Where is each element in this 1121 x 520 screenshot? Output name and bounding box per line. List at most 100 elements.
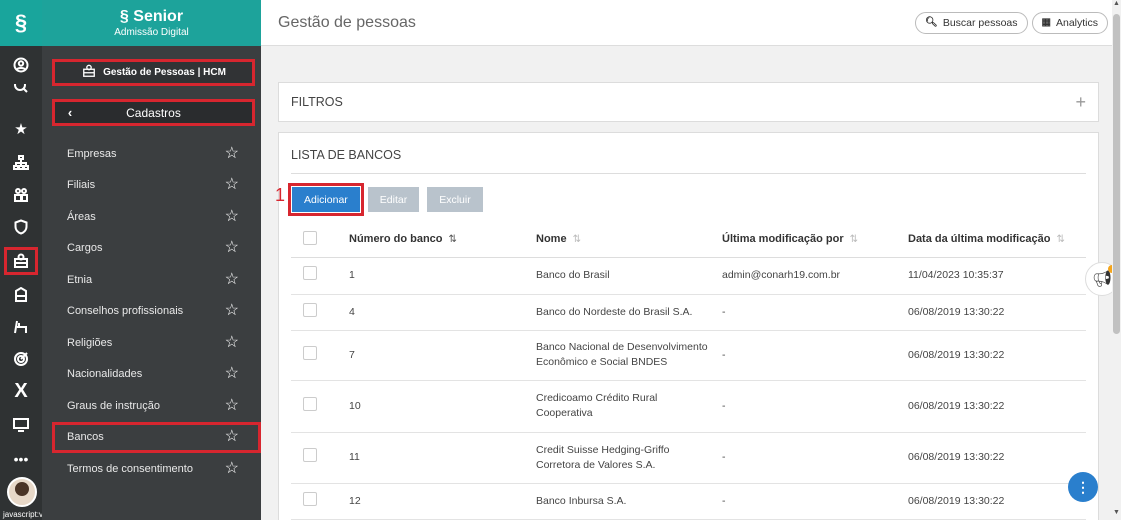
target-icon[interactable] xyxy=(0,346,42,372)
cell-mod-por: - xyxy=(710,380,896,433)
cell-mod-por: - xyxy=(710,483,896,520)
menu-item-nacionalidades[interactable]: Nacionalidades ☆ xyxy=(42,359,261,391)
row-checkbox[interactable] xyxy=(303,448,317,462)
cell-nome: Banco Nacional de Desenvolvimento Econôm… xyxy=(524,330,710,381)
menu-items: Empresas ☆ Filiais ☆ Áreas ☆ Cargos ☆ Etnia ☆… xyxy=(42,138,261,485)
star-outline-icon[interactable]: ☆ xyxy=(225,334,239,351)
sort-asc-icon[interactable]: ⇅ xyxy=(449,234,457,245)
sort-icon[interactable]: ⇅ xyxy=(573,234,581,245)
section-back-button[interactable]: ‹ Cadastros xyxy=(52,99,255,126)
chevron-left-icon: ‹ xyxy=(67,105,73,120)
add-button[interactable]: Adicionar xyxy=(288,183,364,216)
x-icon[interactable]: X xyxy=(0,378,42,404)
row-checkbox[interactable] xyxy=(303,302,317,317)
cell-mod-por: admin@conarh19.com.br xyxy=(710,257,896,295)
star-outline-icon[interactable]: ☆ xyxy=(225,271,239,288)
col-numero[interactable]: Número do banco ⇅ xyxy=(337,222,524,258)
section-label: Cadastros xyxy=(126,105,181,120)
star-outline-icon[interactable]: ☆ xyxy=(225,397,239,414)
cell-nome: Banco Inbursa S.A. xyxy=(524,483,710,520)
menu-item-conselhos[interactable]: Conselhos profissionais ☆ xyxy=(42,296,261,328)
more-vertical-fab[interactable]: ⋮ xyxy=(1068,472,1098,502)
menu-item-bancos[interactable]: Bancos ☆ xyxy=(52,421,261,453)
people-icon xyxy=(81,64,97,81)
sort-icon[interactable]: ⇅ xyxy=(1056,234,1064,245)
user-circle-icon[interactable] xyxy=(0,52,42,78)
search-people-button[interactable]: 🔍︎ Buscar pessoas xyxy=(915,11,1028,34)
menu-item-cargos[interactable]: Cargos ☆ xyxy=(42,233,261,265)
brand-name: § Senior xyxy=(119,8,184,25)
menu-item-etnia[interactable]: Etnia ☆ xyxy=(42,264,261,296)
row-checkbox[interactable] xyxy=(303,266,317,280)
table-row[interactable]: 10 Credicoamo Crédito Rural Cooperativa … xyxy=(291,380,1086,433)
select-all-checkbox[interactable] xyxy=(303,230,317,245)
cell-data: 06/08/2019 13:30:22 xyxy=(896,380,1086,433)
search-icon[interactable] xyxy=(0,84,42,98)
step-marker: 1 xyxy=(275,185,286,205)
star-icon[interactable]: ★ xyxy=(0,116,42,142)
desk-icon[interactable] xyxy=(0,314,42,340)
building-icon[interactable] xyxy=(0,282,42,308)
row-checkbox[interactable] xyxy=(303,491,317,506)
bank-list-panel: LISTA DE BANCOS 1 Adicionar Editar Exclu… xyxy=(275,132,1099,520)
star-outline-icon[interactable]: ☆ xyxy=(225,145,239,162)
search-icon: 🔍︎ xyxy=(925,17,938,28)
analytics-button[interactable]: ▦ Analytics xyxy=(1031,11,1108,34)
star-outline-icon[interactable]: ☆ xyxy=(225,303,239,319)
star-outline-icon[interactable]: ☆ xyxy=(225,460,239,477)
monitor-icon[interactable] xyxy=(0,412,42,438)
table-row[interactable]: 7 Banco Nacional de Desenvolvimento Econ… xyxy=(291,330,1086,381)
avatar[interactable] xyxy=(7,477,37,507)
menu-item-termos[interactable]: Termos de consentimento ☆ xyxy=(42,453,261,485)
scrollbar[interactable]: ▲ ▼ xyxy=(1112,0,1121,520)
star-outline-icon[interactable]: ☆ xyxy=(225,366,239,382)
cell-nome: Credit Suisse Hedging-Griffo Corretora d… xyxy=(524,432,710,484)
people-icon[interactable] xyxy=(0,182,42,208)
menu-item-graus[interactable]: Graus de instrução ☆ xyxy=(42,390,261,422)
edit-button[interactable]: Editar xyxy=(367,187,420,212)
menu-item-religioes[interactable]: Religiões ☆ xyxy=(42,327,261,359)
filters-label: FILTROS xyxy=(291,95,343,109)
col-nome[interactable]: Nome ⇅ xyxy=(524,222,710,258)
scroll-thumb[interactable] xyxy=(1113,14,1120,334)
grid-icon: ▦ xyxy=(1041,17,1051,28)
table-row[interactable]: 11 Credit Suisse Hedging-Griffo Corretor… xyxy=(291,432,1086,484)
scroll-up-icon[interactable]: ▲ xyxy=(1113,0,1120,7)
hcm-icon[interactable] xyxy=(4,247,38,275)
table-row[interactable]: 1 Banco do Brasil admin@conarh19.com.br … xyxy=(291,257,1086,295)
star-outline-icon[interactable]: ☆ xyxy=(225,240,239,256)
filters-panel[interactable]: FILTROS + xyxy=(278,82,1099,122)
row-checkbox[interactable] xyxy=(303,345,317,360)
star-outline-icon[interactable]: ☆ xyxy=(225,429,239,445)
menu-item-filiais[interactable]: Filiais ☆ xyxy=(42,170,261,202)
star-outline-icon[interactable]: ☆ xyxy=(225,177,239,193)
table-row[interactable]: 12 Banco Inbursa S.A. - 06/08/2019 13:30… xyxy=(291,483,1086,520)
menu-item-areas[interactable]: Áreas ☆ xyxy=(42,201,261,233)
scroll-down-icon[interactable]: ▼ xyxy=(1113,509,1120,516)
shield-icon[interactable] xyxy=(0,214,42,240)
star-outline-icon[interactable]: ☆ xyxy=(225,208,239,225)
cell-data: 11/04/2023 10:35:37 xyxy=(896,257,1086,295)
cell-numero: 7 xyxy=(337,330,524,381)
col-data[interactable]: Data da última modificação ⇅ xyxy=(896,222,1086,258)
expand-plus-icon[interactable]: + xyxy=(1075,92,1086,113)
senior-logo-icon[interactable]: § xyxy=(0,0,42,46)
cell-mod-por: - xyxy=(710,294,896,331)
module-selector[interactable]: Gestão de Pessoas | HCM xyxy=(52,59,255,86)
banks-table: Número do banco ⇅ Nome ⇅ Última modificaçã… xyxy=(291,222,1086,520)
select-all-cell xyxy=(291,222,337,258)
menu-item-empresas[interactable]: Empresas ☆ xyxy=(42,138,261,170)
col-mod-por[interactable]: Última modificação por ⇅ xyxy=(710,222,896,258)
cell-mod-por: - xyxy=(710,330,896,381)
table-row[interactable]: 4 Banco do Nordeste do Brasil S.A. - 06/… xyxy=(291,294,1086,331)
table-header: Número do banco ⇅ Nome ⇅ Última modificaçã… xyxy=(291,222,1086,258)
org-chart-icon[interactable] xyxy=(0,150,42,176)
side-menu: § Senior Admissão Digital Gestão de Pess… xyxy=(42,0,261,520)
cell-data: 06/08/2019 13:30:22 xyxy=(896,294,1086,331)
cell-numero: 10 xyxy=(337,380,524,433)
module-label: Gestão de Pessoas | HCM xyxy=(103,67,226,78)
more-icon[interactable]: ••• xyxy=(0,446,42,472)
row-checkbox[interactable] xyxy=(303,396,317,411)
sort-icon[interactable]: ⇅ xyxy=(850,234,858,245)
delete-button[interactable]: Excluir xyxy=(427,187,483,212)
